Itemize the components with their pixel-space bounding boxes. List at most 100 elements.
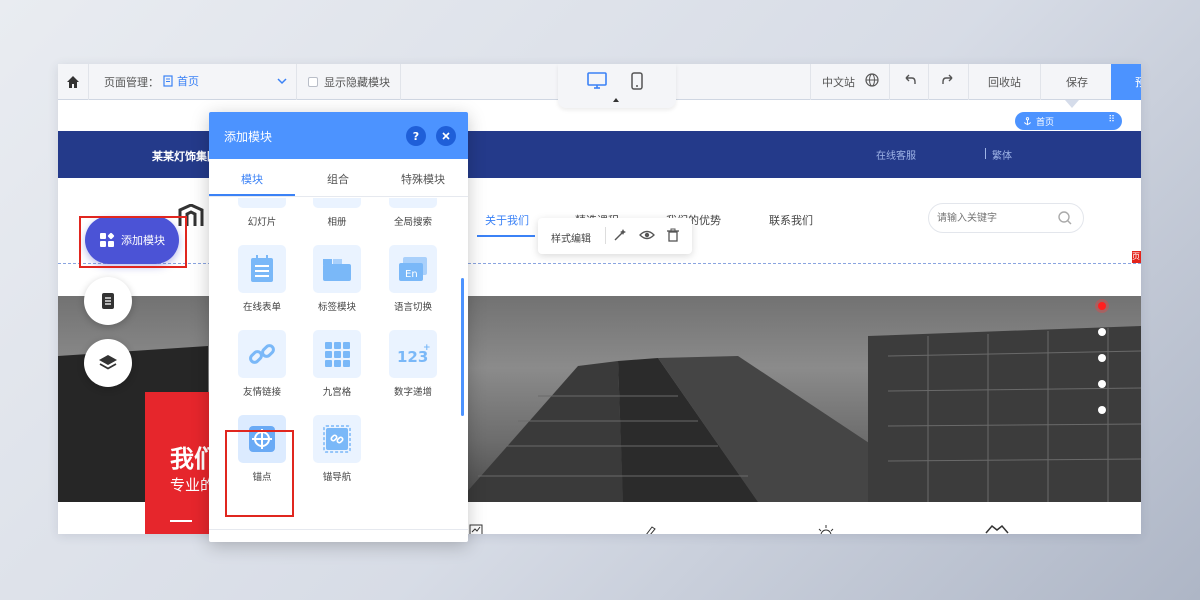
slideshow-icon <box>238 198 286 208</box>
module-label: 友情链接 <box>242 387 281 398</box>
eye-icon[interactable] <box>639 227 655 243</box>
module-friend-link[interactable]: 友情链接 <box>224 330 302 408</box>
toolbar-divider <box>889 64 890 100</box>
nav-item-about[interactable]: 关于我们 <box>485 212 529 228</box>
panel-footer-divider <box>209 529 468 530</box>
module-language-switch[interactable]: En 语言切换 <box>375 245 453 323</box>
toolbar-divider <box>296 64 297 100</box>
module-tabs[interactable]: 标签模块 <box>299 245 377 323</box>
search-icon <box>389 198 437 208</box>
slider-dot[interactable] <box>1098 354 1106 362</box>
nav-item-contact[interactable]: 联系我们 <box>769 212 813 228</box>
anchor-module-highlight <box>225 430 294 517</box>
nav-active-underline <box>477 235 535 237</box>
slider-dot[interactable] <box>1098 328 1106 336</box>
help-button[interactable]: ? <box>406 126 426 146</box>
preview-label: 预 <box>1135 76 1141 89</box>
editor-toolbar: 页面管理： 首页 显示隐藏模块 中文站 回收站 保存 预 <box>58 64 1141 108</box>
number-icon: 123 + <box>389 330 437 378</box>
home-icon <box>67 76 79 88</box>
show-hidden-checkbox[interactable] <box>308 77 318 87</box>
module-album[interactable]: 相册 <box>299 198 377 238</box>
site-search-input[interactable] <box>937 210 1047 226</box>
traditional-chinese-link[interactable]: 繁体 <box>985 147 1012 162</box>
module-anchor-nav[interactable]: 锚导航 <box>299 415 377 493</box>
toolbar-divider <box>400 64 401 100</box>
tab-modules[interactable]: 模块 <box>241 171 263 187</box>
panel-scrollbar[interactable] <box>461 278 464 416</box>
document-icon <box>102 293 114 309</box>
album-icon <box>313 198 361 208</box>
trash-icon[interactable] <box>665 227 681 243</box>
module-label: 九宫格 <box>322 387 352 398</box>
drag-handle-icon[interactable]: ⠿ <box>1108 115 1115 125</box>
recycle-bin-button[interactable]: 回收站 <box>988 74 1021 90</box>
panel-tabs: 模块 组合 特殊模块 <box>209 159 468 197</box>
module-label: 锚导航 <box>322 472 352 483</box>
online-service-link[interactable]: 在线客服 <box>876 147 916 162</box>
slider-dot[interactable] <box>1098 406 1106 414</box>
section-marker: 页 <box>1132 251 1141 263</box>
magic-wand-icon[interactable] <box>612 227 628 243</box>
handshake-icon <box>985 524 1009 534</box>
page-settings-button[interactable] <box>84 277 132 325</box>
undo-icon[interactable] <box>902 72 918 88</box>
module-online-form[interactable]: 在线表单 <box>224 245 302 323</box>
module-nine-grid[interactable]: 九宫格 <box>299 330 377 408</box>
show-hidden-toggle[interactable]: 显示隐藏模块 <box>308 74 390 90</box>
page-icon <box>163 75 173 87</box>
module-label: 在线表单 <box>242 302 281 313</box>
show-hidden-label: 显示隐藏模块 <box>324 76 390 89</box>
slider-dot[interactable] <box>1098 302 1106 310</box>
layers-button[interactable] <box>84 339 132 387</box>
module-global-search[interactable]: 全局搜索 <box>375 198 453 238</box>
anchor-nav-icon <box>313 415 361 463</box>
page-manage-label: 页面管理： <box>104 76 159 89</box>
current-page-select[interactable]: 首页 <box>163 73 199 89</box>
toolbar-divider <box>968 64 969 100</box>
site-language[interactable]: 中文站 <box>822 74 855 90</box>
redo-icon[interactable] <box>940 72 956 88</box>
anchor-icon <box>1024 116 1031 125</box>
tab-special[interactable]: 特殊模块 <box>401 171 445 187</box>
chevron-down-icon[interactable] <box>276 75 288 87</box>
module-slideshow[interactable]: 幻灯片 <box>224 198 302 238</box>
module-toolbar: 样式编辑 <box>538 218 692 254</box>
form-icon <box>238 245 286 293</box>
toolbar-divider <box>810 64 811 100</box>
layers-icon <box>99 355 117 370</box>
globe-icon[interactable] <box>864 72 880 88</box>
svg-text:+: + <box>423 343 431 353</box>
search-icon[interactable] <box>1057 210 1073 226</box>
device-switcher <box>558 64 676 108</box>
save-button[interactable]: 保存 <box>1066 74 1088 90</box>
link-icon <box>238 330 286 378</box>
toolbar-divider <box>605 227 606 244</box>
save-dropdown-tip <box>1065 100 1079 108</box>
style-edit-button[interactable]: 样式编辑 <box>551 230 591 245</box>
svg-text:En: En <box>405 269 418 280</box>
desktop-icon[interactable] <box>586 71 608 91</box>
panel-title: 添加模块 <box>224 130 273 144</box>
home-button[interactable] <box>58 64 88 100</box>
company-name: 某某灯饰集团 <box>152 150 212 163</box>
bulb-icon <box>818 525 834 534</box>
anchor-tag[interactable]: 首页 ⠿ <box>1015 112 1122 130</box>
toolbar-divider <box>1040 64 1041 100</box>
close-icon <box>442 132 450 140</box>
close-button[interactable] <box>436 126 456 146</box>
chart-icon <box>469 524 483 534</box>
slider-dot[interactable] <box>1098 380 1106 388</box>
tab-combos[interactable]: 组合 <box>327 171 349 187</box>
add-module-highlight <box>79 216 187 268</box>
toolbar-divider <box>88 64 89 100</box>
module-label: 数字递增 <box>393 387 432 398</box>
grid-icon <box>313 330 361 378</box>
anchor-tag-label: 首页 <box>1036 117 1055 128</box>
mobile-icon[interactable] <box>630 71 644 91</box>
module-number-increment[interactable]: 123 + 数字递增 <box>375 330 453 408</box>
help-icon: ? <box>412 129 420 143</box>
preview-button[interactable]: 预 <box>1111 64 1141 100</box>
module-label: 全局搜索 <box>393 217 432 228</box>
module-label: 语言切换 <box>393 302 432 313</box>
